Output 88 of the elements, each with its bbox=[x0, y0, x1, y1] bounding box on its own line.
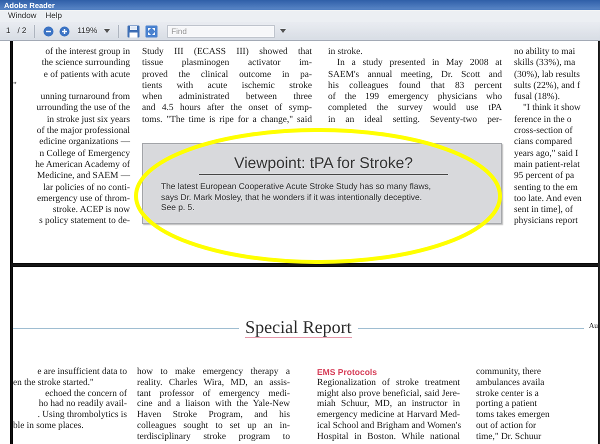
text-line: n College of Emergency bbox=[38, 148, 130, 160]
text-line: no ability to mai bbox=[514, 47, 576, 58]
text-line: e of patients with acute bbox=[42, 70, 130, 81]
text-line: ambulances availa bbox=[476, 378, 546, 389]
text-line: reality. Charles Wira, MD, an assis- bbox=[137, 378, 290, 389]
text-line: in an ideal setting. Seventy-two per- bbox=[328, 114, 502, 126]
text-line: SAEM's annual meeting, Dr. Scott and bbox=[328, 70, 502, 81]
menu-item[interactable]: Window bbox=[8, 11, 36, 21]
text-line: 95 percent of pa bbox=[514, 171, 576, 183]
zoom-out-icon[interactable] bbox=[43, 26, 54, 36]
text-line: out of action for bbox=[476, 420, 538, 432]
text-line: completed the survey would use tPA bbox=[328, 103, 502, 115]
text-line: Medicine, and SAEM — bbox=[36, 171, 130, 183]
text-line: ference in the o bbox=[514, 114, 573, 126]
zoom-field[interactable]: 119% bbox=[75, 26, 100, 36]
text-line: he American Academy of bbox=[34, 160, 130, 172]
text-line: toms. "The time is ripe for a change," said bbox=[142, 114, 312, 126]
text-line: s policy statement to de- bbox=[38, 216, 130, 228]
text-line: in stroke just six years bbox=[46, 114, 130, 126]
save-icon[interactable] bbox=[127, 24, 140, 38]
text-line: Haven Stroke Program, and his bbox=[137, 410, 290, 421]
text-line: urrounding the use of the bbox=[36, 103, 130, 115]
text-line: miah Schuur, MD, an instructor in bbox=[317, 399, 460, 410]
text-line: main patient-relat bbox=[514, 160, 581, 172]
text-line: In a study presented in May 2008 at bbox=[336, 58, 502, 70]
page-count-label: / 2 bbox=[17, 26, 26, 36]
text-line: ical School and Brigham and Women's bbox=[317, 420, 460, 432]
text-line: toms takes emergen bbox=[476, 410, 551, 421]
text-line: unning turnaround from bbox=[40, 92, 130, 104]
text-line: senting to the em bbox=[514, 182, 579, 194]
text-line: sults (22%), and f bbox=[514, 80, 582, 92]
text-line: of the major professional bbox=[36, 126, 130, 138]
text-line: terdisciplinary stroke program to bbox=[137, 432, 290, 443]
text-line: skills (33%), ma bbox=[514, 58, 576, 70]
section-heading: EMS Protocols bbox=[317, 367, 378, 378]
text-line: colleagues sought to set up an in- bbox=[137, 420, 290, 432]
text-line: tissue plasminogen activator im- bbox=[142, 58, 312, 70]
text-line: community, there bbox=[476, 367, 542, 378]
text-line: tients with acute ischemic stroke bbox=[142, 80, 312, 92]
text-line: . Using thrombolytics is bbox=[36, 410, 127, 421]
text-line: stroke center is a bbox=[476, 388, 540, 400]
text-line: how to make emergency therapy a bbox=[137, 367, 290, 378]
text-line: porting a patient bbox=[476, 399, 538, 410]
section-title: Special Report bbox=[245, 318, 352, 338]
text-line: lar policies of no conti- bbox=[42, 182, 130, 194]
text-line: ble in some places. bbox=[13, 420, 85, 432]
text-line: time," Dr. Schuur bbox=[476, 432, 542, 443]
text-line: and 4.5 hours after the onset of symp- bbox=[142, 103, 312, 115]
text-line: too late. And even bbox=[514, 194, 583, 206]
text-line: of the 199 emergency physicians who bbox=[328, 92, 502, 104]
page-number-field[interactable]: 1 bbox=[4, 26, 12, 36]
zoom-in-icon[interactable] bbox=[59, 26, 70, 36]
viewpoint-title: Viewpoint: tPA for Stroke? bbox=[234, 155, 413, 172]
text-line: (30%), lab results bbox=[514, 70, 581, 81]
text-line: Regionalization of stroke treatment bbox=[317, 378, 460, 389]
text-line: of the interest group in bbox=[44, 47, 130, 58]
text-line: fusal (18%). bbox=[514, 92, 561, 104]
text-line: cians compared bbox=[514, 137, 574, 149]
text-line: edicine organizations — bbox=[38, 137, 130, 149]
text-line: years ago," said I bbox=[514, 148, 580, 160]
text-line: Hospital in Boston. While national bbox=[317, 432, 460, 443]
text-line: cross-section of bbox=[514, 126, 574, 138]
text-line: "I think it show bbox=[522, 103, 582, 115]
text-line: emergency medicine at Harvard Med- bbox=[317, 410, 460, 421]
text-line: sent in time], of bbox=[514, 205, 574, 216]
text-line: stroke. ACEP is now bbox=[52, 205, 130, 216]
text-line: cine and a liaison with the Yale-New bbox=[137, 399, 290, 410]
text-line: e are insufficient data to bbox=[36, 367, 127, 378]
text-line: physicians report bbox=[514, 216, 579, 228]
find-field[interactable]: Find bbox=[167, 24, 276, 38]
text-line: tant professor of emergency medi- bbox=[137, 388, 290, 400]
expand-icon[interactable] bbox=[145, 24, 158, 38]
text-line: echoed the concern of bbox=[44, 388, 127, 400]
caret-icon[interactable] bbox=[280, 29, 286, 33]
text-line: Study III (ECASS III) showed that bbox=[142, 47, 312, 58]
text-line: the science surrounding bbox=[40, 58, 130, 70]
text-line: his colleagues found that 83 percent bbox=[328, 80, 502, 92]
text-line: in stroke. bbox=[328, 47, 364, 58]
text-line: when administrated between three bbox=[142, 92, 312, 104]
menu-item[interactable]: Help bbox=[45, 11, 62, 21]
viewpoint-text: The latest European Cooperative Acute Stroke Study has so many flaws, says Dr. Mark Mosley, that he wonders if it was intentionally deceptive. See p. 5. bbox=[161, 181, 432, 213]
text-line: ho had no readily avail- bbox=[38, 399, 127, 410]
text-line: might also prove beneficial, said Jere- bbox=[317, 388, 460, 400]
text-line: " bbox=[13, 80, 18, 92]
caret-icon[interactable] bbox=[104, 29, 110, 33]
text-line: emergency use of throm- bbox=[36, 194, 130, 206]
text-line: proved the clinical outcome in pa- bbox=[142, 70, 312, 81]
text-line: en the stroke started." bbox=[13, 378, 95, 389]
